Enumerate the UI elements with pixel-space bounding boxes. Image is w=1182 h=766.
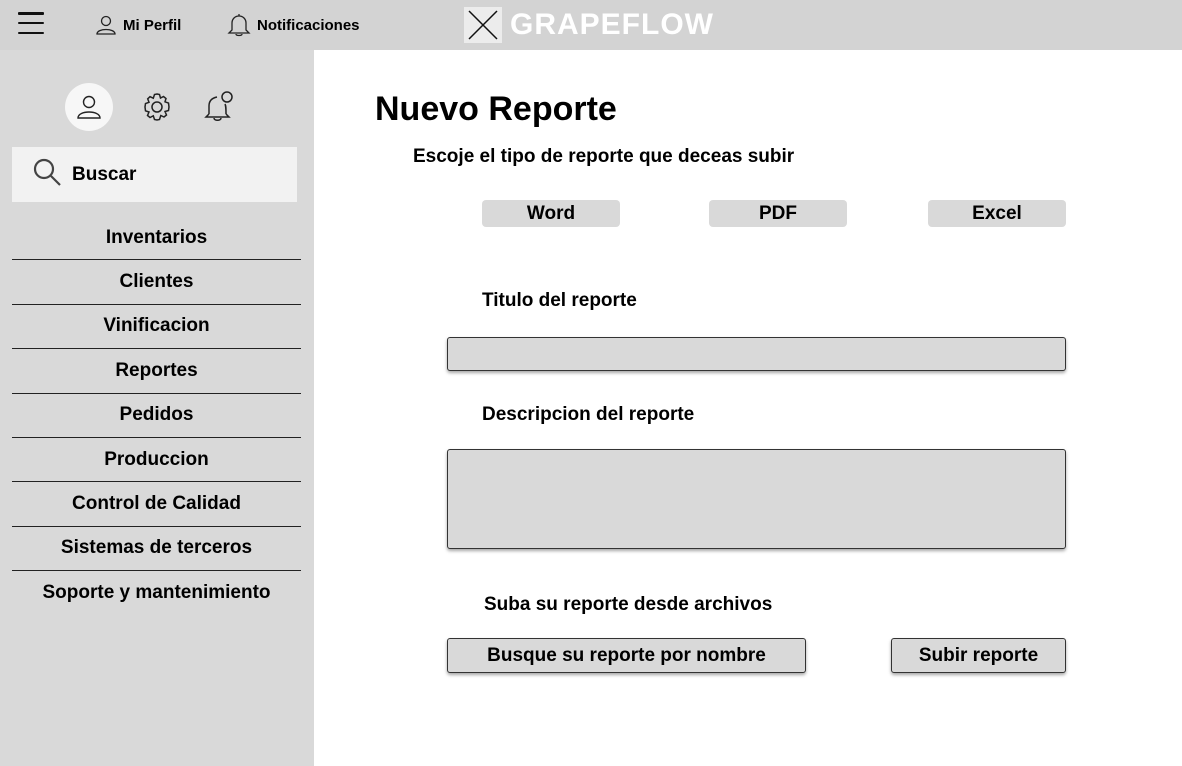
logo-text: GRAPEFLOW <box>510 8 714 41</box>
search-input[interactable]: Buscar <box>12 147 297 202</box>
sidebar-item-produccion[interactable]: Produccion <box>12 438 301 483</box>
bell-notification-icon[interactable] <box>196 83 244 131</box>
user-icon[interactable] <box>65 83 113 131</box>
profile-link[interactable]: Mi Perfil <box>95 11 181 39</box>
sidebar: Buscar Inventarios Clientes Vinificacion… <box>0 50 314 766</box>
report-type-prompt: Escoje el tipo de reporte que deceas sub… <box>413 146 795 167</box>
sidebar-item-reportes[interactable]: Reportes <box>12 349 301 394</box>
upload-label: Suba su reporte desde archivos <box>484 594 773 615</box>
notifications-link[interactable]: Notificaciones <box>227 11 360 39</box>
gear-icon[interactable] <box>133 83 181 131</box>
report-description-textarea[interactable] <box>447 449 1066 549</box>
notifications-label: Notificaciones <box>257 16 360 34</box>
search-icon <box>32 157 62 192</box>
sidebar-item-sistemas-de-terceros[interactable]: Sistemas de terceros <box>12 527 301 572</box>
search-label: Buscar <box>72 163 137 185</box>
sidebar-item-control-de-calidad[interactable]: Control de Calidad <box>12 482 301 527</box>
sidebar-item-inventarios[interactable]: Inventarios <box>12 216 301 261</box>
sidebar-nav: Inventarios Clientes Vinificacion Report… <box>12 216 301 616</box>
top-bar: Mi Perfil Notificaciones GRAPEFLOW <box>0 0 1182 50</box>
sidebar-item-clientes[interactable]: Clientes <box>12 260 301 305</box>
profile-label: Mi Perfil <box>123 16 182 34</box>
user-icon <box>95 14 117 36</box>
sidebar-item-pedidos[interactable]: Pedidos <box>12 394 301 438</box>
page-title: Nuevo Reporte <box>375 90 617 128</box>
report-description-label: Descripcion del reporte <box>482 404 695 425</box>
pdf-type-button[interactable]: PDF <box>709 200 847 227</box>
upload-report-button[interactable]: Subir reporte <box>891 638 1066 673</box>
main-content: Nuevo Reporte Escoje el tipo de reporte … <box>314 50 1182 766</box>
word-type-button[interactable]: Word <box>482 200 620 227</box>
hamburger-menu-icon[interactable] <box>18 12 44 34</box>
sidebar-item-soporte-y-mantenimiento[interactable]: Soporte y mantenimiento <box>12 571 301 615</box>
bell-icon <box>227 12 251 38</box>
report-title-label: Titulo del reporte <box>482 290 637 311</box>
sidebar-item-vinificacion[interactable]: Vinificacion <box>12 305 301 350</box>
excel-type-button[interactable]: Excel <box>928 200 1066 227</box>
app-logo[interactable]: GRAPEFLOW <box>464 6 714 44</box>
image-placeholder-icon <box>464 7 502 43</box>
report-title-input[interactable] <box>447 337 1066 371</box>
browse-file-button[interactable]: Busque su reporte por nombre <box>447 638 806 673</box>
